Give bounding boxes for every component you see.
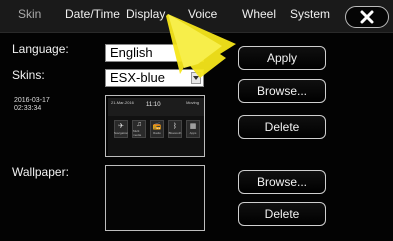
tab-wheel[interactable]: Wheel [242, 7, 276, 21]
timestamp-time: 02:33:34 [14, 105, 42, 112]
thumbnail-tile: ᛒ Bluetooth [168, 120, 182, 138]
language-value: English [110, 45, 153, 60]
close-button[interactable] [345, 6, 389, 28]
tile-label: Bluetooth [168, 131, 182, 135]
delete-wallpaper-button[interactable]: Delete [238, 202, 326, 226]
skins-value: ESX-blue [110, 70, 165, 85]
tab-display[interactable]: Display [126, 7, 165, 21]
thumbnail-tile: ♫ Multi media [132, 120, 146, 138]
tab-datetime[interactable]: Date/Time [65, 7, 120, 21]
tile-label: Radio [153, 131, 161, 135]
thumbnail-date: 21-Mar-2016 [111, 100, 134, 105]
radio-icon: 📻 [152, 123, 162, 130]
tile-label: Navigation [113, 131, 129, 135]
tab-skin[interactable]: Skin [18, 7, 41, 21]
timestamp-date: 2016-03-17 [14, 97, 50, 104]
multimedia-icon: ♫ [136, 121, 142, 128]
bluetooth-icon: ᛒ [172, 123, 178, 130]
thumbnail-time: 11:10 [146, 102, 161, 108]
browse-wallpaper-button[interactable]: Browse... [238, 170, 326, 194]
settings-screen: Skin Date/Time Display Voice Wheel Syste… [0, 0, 393, 241]
skin-timestamp: 2016-03-17 02:33:34 [14, 97, 50, 113]
browse-skin-button[interactable]: Browse... [238, 79, 326, 103]
chevron-down-icon[interactable] [191, 72, 201, 84]
skin-thumbnail: 21-Mar-2016 11:10 Moving ✈ Navigation ♫ … [108, 98, 204, 156]
language-select[interactable]: English [105, 44, 204, 62]
tile-label: Multi media [133, 129, 142, 137]
thumbnail-tile: ✈ Navigation [114, 120, 128, 138]
tile-label: Apps [189, 131, 197, 135]
thumbnail-tile: ▦ Apps [186, 120, 200, 138]
tab-bar: Skin Date/Time Display Voice Wheel Syste… [0, 0, 393, 33]
delete-skin-button[interactable]: Delete [238, 115, 326, 139]
apps-icon: ▦ [189, 123, 197, 130]
wallpaper-preview [105, 165, 205, 231]
tab-voice[interactable]: Voice [188, 7, 217, 21]
navigation-icon: ✈ [118, 123, 124, 130]
skin-preview: 21-Mar-2016 11:10 Moving ✈ Navigation ♫ … [105, 95, 205, 157]
wallpaper-label: Wallpaper: [12, 165, 69, 179]
chevron-down-icon[interactable] [191, 47, 201, 59]
apply-button[interactable]: Apply [238, 46, 326, 70]
skins-select[interactable]: ESX-blue [105, 69, 204, 87]
skins-label: Skins: [12, 68, 45, 82]
language-label: Language: [12, 42, 69, 56]
thumbnail-status: Moving [186, 100, 199, 105]
close-icon [360, 10, 374, 24]
thumbnail-tile: 📻 Radio [150, 120, 164, 138]
tab-system[interactable]: System [290, 7, 330, 21]
